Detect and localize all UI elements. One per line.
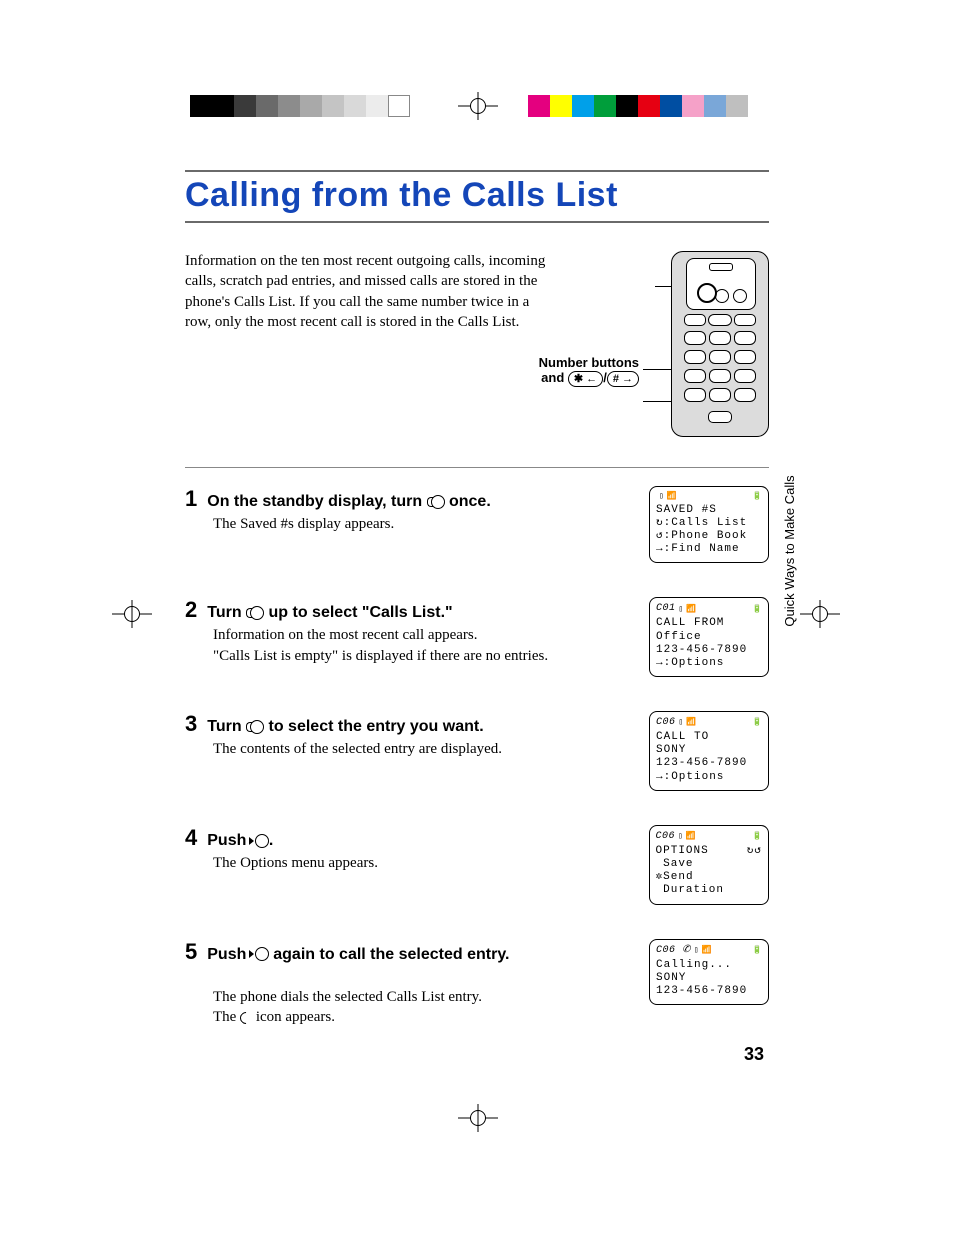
step-title: Turn up to select "Calls List." bbox=[207, 604, 452, 622]
registration-mark-icon bbox=[458, 1104, 498, 1132]
step-title: On the standby display, turn once. bbox=[207, 493, 491, 511]
step-title: Push . bbox=[207, 832, 273, 850]
diagram-label-number-buttons: Number buttons bbox=[529, 355, 639, 370]
step-body: The phone dials the selected Calls List … bbox=[213, 967, 631, 1028]
jog-push-icon bbox=[251, 834, 269, 848]
page-content: Calling from the Calls List Information … bbox=[185, 170, 769, 1065]
lcd-screen: C01▯📶 🔋 CALL FROM Office 123-456-7890 →:… bbox=[649, 597, 769, 677]
section-tab-label: Quick Ways to Make Calls bbox=[783, 475, 797, 626]
lcd-screen: ▯📶 🔋 SAVED #S ↻:Calls List ↺:Phone Book … bbox=[649, 486, 769, 563]
registration-bar-color bbox=[528, 95, 748, 117]
registration-mark-icon bbox=[112, 600, 152, 628]
lcd-screen: C06 ✆▯📶 🔋 Calling... SONY 123-456-7890 bbox=[649, 939, 769, 1006]
diagram-label-and: and bbox=[541, 370, 564, 385]
step: 5 Push again to call the selected entry.… bbox=[185, 939, 769, 1028]
step: 2 Turn up to select "Calls List." Inform… bbox=[185, 597, 769, 677]
step: 3 Turn to select the entry you want. The… bbox=[185, 711, 769, 791]
hash-key-icon: # → bbox=[607, 371, 639, 387]
step-body: The Saved #s display appears. bbox=[213, 514, 631, 534]
lcd-screen: C06▯📶 🔋 CALL TO SONY 123-456-7890 →:Opti… bbox=[649, 711, 769, 791]
step-number: 5 bbox=[185, 939, 197, 965]
jog-dial-icon bbox=[697, 283, 717, 303]
intro-paragraph: Information on the ten most recent outgo… bbox=[185, 251, 555, 332]
registration-bar-greyscale bbox=[190, 95, 410, 117]
step-title: Push again to call the selected entry. bbox=[207, 946, 509, 964]
phone-diagram: Number buttons and ✱ ←/# → bbox=[579, 251, 769, 441]
page-title: Calling from the Calls List bbox=[185, 170, 769, 223]
jog-dial-icon bbox=[427, 495, 445, 509]
step-number: 1 bbox=[185, 486, 197, 512]
jog-push-icon bbox=[251, 947, 269, 961]
jog-dial-icon bbox=[246, 720, 264, 734]
page-number: 33 bbox=[744, 1044, 764, 1065]
step-body: The Options menu appears. bbox=[213, 853, 631, 873]
step: 1 On the standby display, turn once. The… bbox=[185, 486, 769, 563]
handset-icon bbox=[240, 1012, 252, 1024]
step-body: Information on the most recent call appe… bbox=[213, 625, 631, 666]
section-tab: Quick Ways to Make Calls bbox=[779, 496, 801, 606]
registration-mark-icon bbox=[458, 92, 498, 120]
step-number: 3 bbox=[185, 711, 197, 737]
registration-mark-icon bbox=[800, 600, 840, 628]
section-divider bbox=[185, 467, 769, 468]
jog-dial-icon bbox=[246, 606, 264, 620]
step-body: The contents of the selected entry are d… bbox=[213, 739, 631, 759]
lcd-screen: C06▯📶 🔋 OPTIONS ↻↺ Save ✲Send Duration bbox=[649, 825, 769, 905]
manual-page: Calling from the Calls List Information … bbox=[0, 0, 954, 1235]
star-key-icon: ✱ ← bbox=[568, 371, 603, 387]
step-title: Turn to select the entry you want. bbox=[207, 718, 483, 736]
step: 4 Push . The Options menu appears. C06▯📶… bbox=[185, 825, 769, 905]
step-number: 4 bbox=[185, 825, 197, 851]
step-number: 2 bbox=[185, 597, 197, 623]
